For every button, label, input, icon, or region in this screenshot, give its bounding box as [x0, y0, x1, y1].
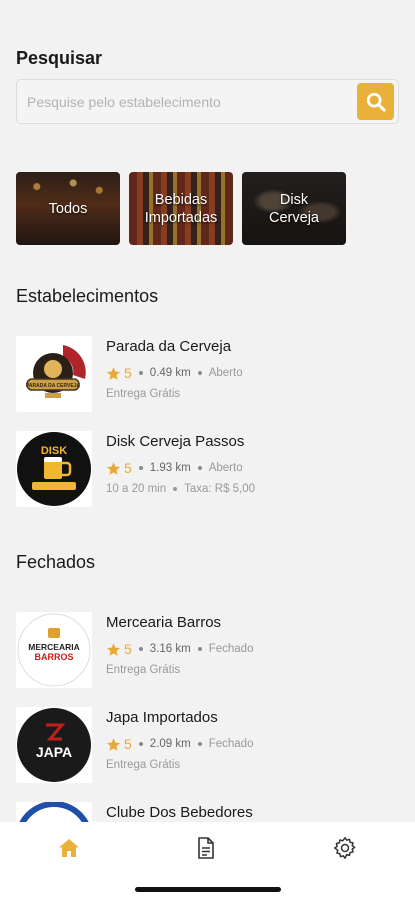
- store-distance: 2.09 km: [149, 738, 191, 750]
- store-rating: 5: [124, 460, 132, 476]
- logo-text: PARADA DA CERVEJA: [26, 383, 81, 389]
- page-title: Pesquisar: [16, 48, 103, 68]
- store-status: Aberto: [208, 367, 243, 379]
- star-icon: [106, 461, 121, 475]
- store-item-disk-cerveja-passos[interactable]: DISK Disk Cerveja Passos 5 1.93 km Abert…: [16, 431, 399, 508]
- store-extra: Entrega Grátis: [106, 759, 180, 771]
- search-box[interactable]: [16, 79, 399, 124]
- search-icon: [366, 92, 386, 112]
- search-button[interactable]: [357, 83, 394, 120]
- store-item-clube-dos-bebedores[interactable]: Clube Dos Bebedores: [16, 802, 399, 822]
- store-rating: 5: [124, 736, 132, 752]
- store-name: Parada da Cerveja: [106, 338, 232, 355]
- store-name: Clube Dos Bebedores: [106, 804, 253, 821]
- store-meta: 5 2.09 km Fechado: [106, 736, 253, 752]
- store-logo: PARADA DA CERVEJA: [16, 336, 92, 412]
- store-logo: [16, 802, 92, 822]
- store-item-japa-importados[interactable]: JAPA Japa Importados 5 2.09 km Fechado E…: [16, 707, 399, 784]
- search-input[interactable]: [27, 80, 347, 123]
- store-logo: JAPA: [16, 707, 92, 783]
- store-delivery: Entrega Grátis: [106, 664, 181, 676]
- store-extra: Entrega Grátis: [106, 664, 180, 676]
- store-extra: Entrega Grátis: [106, 388, 180, 400]
- store-fee: Taxa: R$ 5,00: [184, 483, 256, 495]
- store-item-mercearia-barros[interactable]: MERCEARIA BARROS Mercearia Barros 5 3.16…: [16, 612, 399, 689]
- star-icon: [106, 642, 121, 656]
- store-delivery-time: 10 a 20 min: [106, 483, 167, 495]
- category-label: Disk Cerveja: [269, 191, 319, 226]
- nav-settings[interactable]: [331, 834, 359, 862]
- store-name: Mercearia Barros: [106, 614, 222, 631]
- store-logo: MERCEARIA BARROS: [16, 612, 92, 688]
- home-indicator[interactable]: [135, 887, 281, 892]
- logo-text: DISK: [41, 445, 67, 457]
- store-delivery: Entrega Grátis: [106, 388, 181, 400]
- store-item-parada-da-cerveja[interactable]: PARADA DA CERVEJA Parada da Cerveja 5 0.…: [16, 336, 399, 413]
- logo-text: MERCEARIA: [28, 642, 79, 652]
- nav-home[interactable]: [55, 834, 83, 862]
- document-icon: [198, 837, 214, 859]
- star-icon: [106, 366, 121, 380]
- store-meta: 5 3.16 km Fechado: [106, 641, 253, 657]
- section-title-open: Estabelecimentos: [16, 286, 159, 306]
- section-title-closed: Fechados: [16, 552, 96, 572]
- store-logo: DISK: [16, 431, 92, 507]
- home-icon: [59, 839, 79, 857]
- category-label: Todos: [48, 200, 88, 217]
- category-todos[interactable]: Todos: [16, 172, 120, 245]
- gear-icon: [334, 837, 356, 859]
- store-status: Fechado: [208, 643, 254, 655]
- logo-text: BARROS: [34, 652, 73, 662]
- category-label: Bebidas Importadas: [144, 191, 218, 226]
- category-disk-cerveja[interactable]: Disk Cerveja: [242, 172, 346, 245]
- store-distance: 0.49 km: [149, 367, 191, 379]
- store-name: Japa Importados: [106, 709, 218, 726]
- store-status: Aberto: [208, 462, 243, 474]
- store-extra: 10 a 20 min Taxa: R$ 5,00: [106, 483, 255, 495]
- logo-text: JAPA: [36, 744, 72, 760]
- store-delivery: Entrega Grátis: [106, 759, 181, 771]
- category-bebidas-importadas[interactable]: Bebidas Importadas: [129, 172, 233, 245]
- store-meta: 5 0.49 km Aberto: [106, 365, 243, 381]
- store-distance: 3.16 km: [149, 643, 191, 655]
- star-icon: [106, 737, 121, 751]
- store-rating: 5: [124, 365, 132, 381]
- store-rating: 5: [124, 641, 132, 657]
- store-meta: 5 1.93 km Aberto: [106, 460, 243, 476]
- nav-orders[interactable]: [192, 834, 220, 862]
- store-name: Disk Cerveja Passos: [106, 433, 245, 450]
- category-list: Todos Bebidas Importadas Disk Cerveja: [16, 172, 346, 245]
- store-status: Fechado: [208, 738, 254, 750]
- store-distance: 1.93 km: [149, 462, 191, 474]
